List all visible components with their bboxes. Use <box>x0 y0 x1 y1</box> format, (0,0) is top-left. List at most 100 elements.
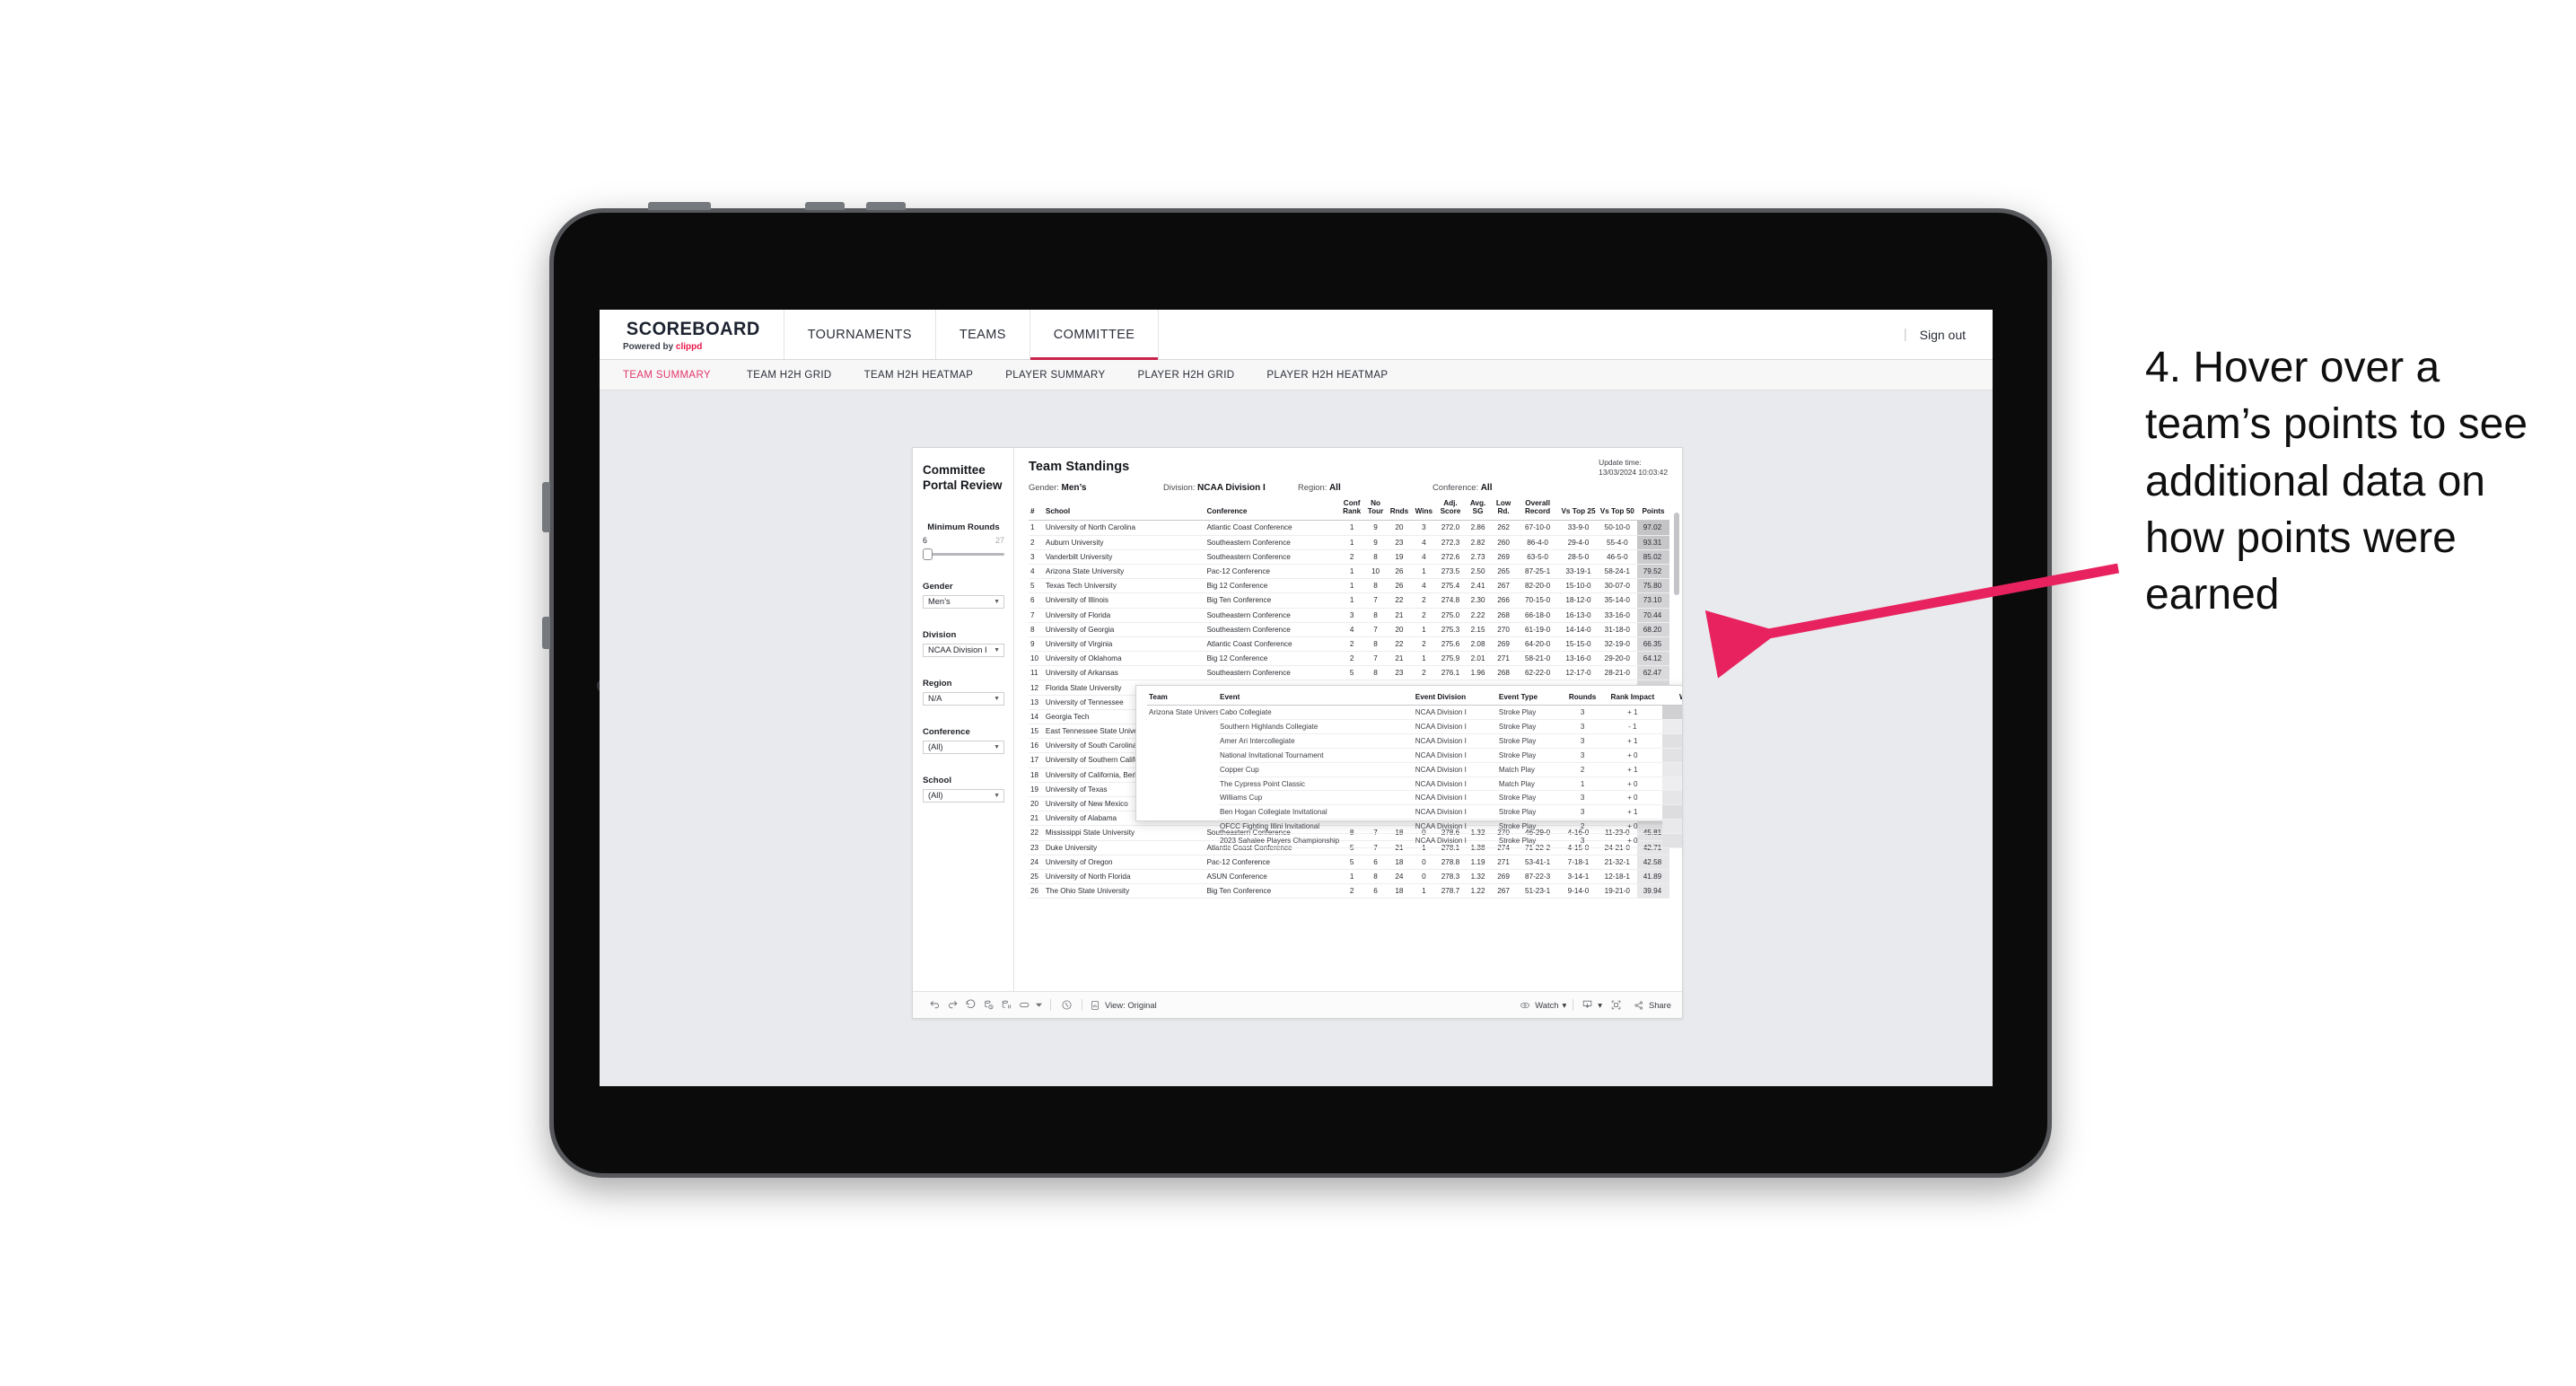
tab-player-h2h-grid[interactable]: PLAYER H2H GRID <box>1121 370 1250 381</box>
cell-vs-top-50: 46-5-0 <box>1597 549 1637 565</box>
table-row[interactable]: 7 University of Florida Southeastern Confe… <box>1029 608 1669 623</box>
nav-item-teams[interactable]: TEAMS <box>936 310 1030 359</box>
cell-rank: 10 <box>1029 651 1044 667</box>
tt-col-rank-impact: Rank Impact <box>1602 692 1663 706</box>
slider-handle[interactable] <box>923 548 933 560</box>
cell-low-rd: 265 <box>1491 564 1516 580</box>
side-button-upper[interactable] <box>542 482 550 532</box>
volume-up-button[interactable] <box>805 202 845 210</box>
nav-item-committee[interactable]: COMMITTEE <box>1030 310 1160 360</box>
gender-select[interactable]: Men’s ▼ <box>923 594 1004 609</box>
col-adj-score[interactable]: Adj. Score <box>1436 498 1465 522</box>
table-row[interactable]: 4 Arizona State University Pac-12 Conferen… <box>1029 564 1669 580</box>
col-rnds[interactable]: Rnds <box>1387 498 1412 522</box>
tt-cell-rounds: 3 <box>1562 719 1603 734</box>
table-row[interactable]: 10 University of Oklahoma Big 12 Conferenc… <box>1029 651 1669 667</box>
revert-icon[interactable] <box>961 996 979 1014</box>
tt-cell-rank-impact: + 1 <box>1602 705 1663 721</box>
conference-value: (All) <box>928 742 943 752</box>
tt-cell-rank-impact: + 0 <box>1602 790 1663 806</box>
table-row[interactable]: 2 Auburn University Southeastern Conferenc… <box>1029 535 1669 550</box>
pause-auto-update-icon[interactable] <box>997 996 1015 1014</box>
volume-down-button[interactable] <box>866 202 906 210</box>
tab-player-h2h-heatmap[interactable]: PLAYER H2H HEATMAP <box>1250 370 1404 381</box>
brand-logo[interactable]: SCOREBOARD Powered by clippd <box>600 310 784 359</box>
division-select[interactable]: NCAA Division I ▼ <box>923 643 1004 657</box>
cell-no-tour: 7 <box>1363 651 1388 667</box>
share-button[interactable]: Share <box>1633 996 1671 1014</box>
table-row[interactable]: 8 University of Georgia Southeastern Confe… <box>1029 622 1669 637</box>
col-wins[interactable]: Wins <box>1411 498 1437 522</box>
side-button-lower[interactable] <box>542 617 550 649</box>
region-filter: Region N/A ▼ <box>923 679 1004 706</box>
tab-team-summary[interactable]: TEAM SUMMARY <box>623 370 731 381</box>
cell-points: 39.94 <box>1636 883 1669 899</box>
app-screen: SCOREBOARD Powered by clippd TOURNAMENTS… <box>600 310 1993 1086</box>
tab-team-h2h-grid[interactable]: TEAM H2H GRID <box>731 370 848 381</box>
table-row[interactable]: 6 University of Illinois Big Ten Conferenc… <box>1029 592 1669 609</box>
power-button[interactable] <box>648 202 711 210</box>
fullscreen-icon[interactable] <box>1608 996 1625 1014</box>
cell-rank: 4 <box>1029 564 1044 580</box>
col-points[interactable]: Points <box>1636 498 1669 522</box>
school-label: School <box>923 775 951 785</box>
pan-mode-icon[interactable] <box>1015 996 1033 1014</box>
tooltip-row: The Cypress Point Classic NCAA Division I… <box>1147 776 1682 792</box>
cell-rank: 3 <box>1029 549 1044 565</box>
region-select[interactable]: N/A ▼ <box>923 691 1004 706</box>
tooltip-row: OFCC Fighting Illini Invitational NCAA Di… <box>1147 819 1682 835</box>
signout-link[interactable]: Sign out <box>1920 328 1966 342</box>
school-select[interactable]: (All) ▼ <box>923 788 1004 803</box>
table-row[interactable]: 9 University of Virginia Atlantic Coast Co… <box>1029 636 1669 653</box>
summary-conference: Conference: All <box>1433 482 1567 493</box>
table-row[interactable]: 1 University of North Carolina Atlantic Co… <box>1029 520 1669 536</box>
tab-player-summary[interactable]: PLAYER SUMMARY <box>989 370 1121 381</box>
summary-division-key: Division: <box>1163 482 1196 492</box>
table-row[interactable]: 5 Texas Tech University Big 12 Conference 1… <box>1029 578 1669 594</box>
sub-navigation-tabs: TEAM SUMMARY TEAM H2H GRID TEAM H2H HEAT… <box>600 360 1993 390</box>
table-row[interactable]: 25 University of North Florida ASUN Confer… <box>1029 869 1669 885</box>
col-low-rd[interactable]: Low Rd. <box>1491 498 1516 522</box>
minimum-rounds-slider[interactable] <box>923 548 1004 560</box>
min-rounds-low: 6 <box>923 535 928 545</box>
col-overall-record[interactable]: Overall Record <box>1515 498 1560 522</box>
col-no-tour[interactable]: No Tour <box>1363 498 1388 522</box>
col-avg-sg[interactable]: Avg. SG <box>1464 498 1492 522</box>
col-vs-top-50[interactable]: Vs Top 50 <box>1597 498 1637 522</box>
col-school[interactable]: School <box>1043 498 1205 522</box>
col-vs-top-25[interactable]: Vs Top 25 <box>1559 498 1598 522</box>
cell-overall-record: 51-23-1 <box>1515 883 1560 899</box>
tooltip-table-body: Arizona State UniversityCabo CollegiateN… <box>1147 705 1682 848</box>
cell-overall-record: 63-5-0 <box>1515 549 1560 565</box>
table-row[interactable]: 26 The Ohio State University Big Ten Confe… <box>1029 883 1669 899</box>
tt-cell-rounds: 3 <box>1562 833 1603 848</box>
cell-low-rd: 268 <box>1491 665 1516 681</box>
watch-button[interactable]: Watch ▾ <box>1519 996 1566 1014</box>
table-scrollbar[interactable] <box>1674 513 1679 595</box>
tt-cell-event-division: NCAA Division I <box>1413 705 1497 721</box>
redo-icon[interactable] <box>943 996 961 1014</box>
col-conference[interactable]: Conference <box>1205 498 1340 522</box>
download-button[interactable]: ▾ <box>1580 996 1602 1014</box>
tt-cell-event-type: Match Play <box>1496 776 1563 792</box>
view-original-button[interactable]: View: Original <box>1089 996 1157 1014</box>
chevron-down-icon[interactable] <box>1033 996 1044 1014</box>
conference-select[interactable]: (All) ▼ <box>923 740 1004 754</box>
table-row[interactable]: 24 University of Oregon Pac-12 Conference 5… <box>1029 855 1669 870</box>
refresh-data-icon[interactable] <box>979 996 997 1014</box>
undo-icon[interactable] <box>925 996 943 1014</box>
col-conf-rank[interactable]: Conf Rank <box>1339 498 1364 522</box>
brand-sub-name: clippd <box>675 341 703 352</box>
nav-item-tournaments[interactable]: TOURNAMENTS <box>784 310 936 359</box>
cell-conference: Pac-12 Conference <box>1205 564 1340 580</box>
tab-team-h2h-heatmap[interactable]: TEAM H2H HEATMAP <box>848 370 990 381</box>
cell-conference: Southeastern Conference <box>1205 622 1340 637</box>
cell-rank: 20 <box>1029 796 1044 812</box>
tt-cell-event-division: NCAA Division I <box>1413 833 1497 848</box>
cell-wins: 1 <box>1411 883 1437 899</box>
table-row[interactable]: 11 University of Arkansas Southeastern Con… <box>1029 665 1669 681</box>
tt-cell-event-type: Stroke Play <box>1496 833 1563 848</box>
highlight-icon[interactable] <box>1057 996 1075 1014</box>
col-rank[interactable]: # <box>1029 498 1044 522</box>
table-row[interactable]: 3 Vanderbilt University Southeastern Confe… <box>1029 549 1669 565</box>
